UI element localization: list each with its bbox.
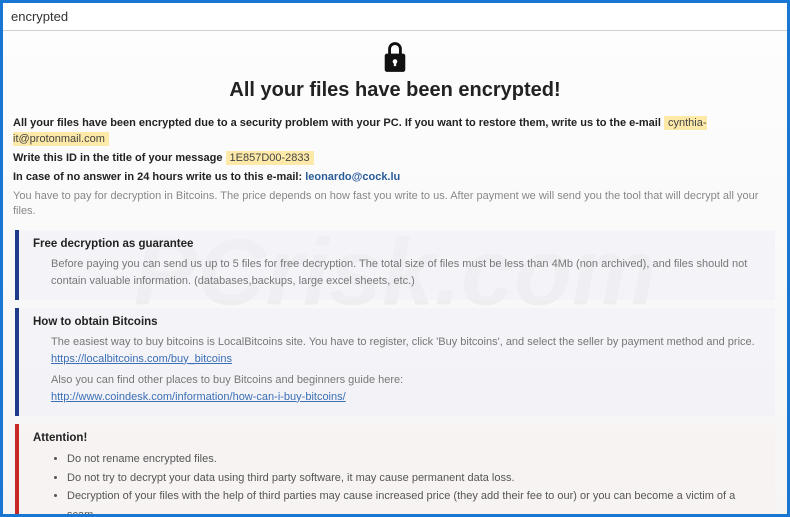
section-bitcoins-body: The easiest way to buy bitcoins is Local…: [33, 334, 763, 406]
attention-item: Decryption of your files with the help o…: [67, 487, 763, 514]
window-frame: encrypted PCrisk.com All your files have…: [0, 0, 790, 517]
bitcoins-text-2: Also you can find other places to buy Bi…: [51, 372, 763, 389]
section-guarantee: Free decryption as guarantee Before payi…: [15, 230, 775, 300]
intro-text-3: In case of no answer in 24 hours write u…: [13, 171, 305, 183]
section-bitcoins: How to obtain Bitcoins The easiest way t…: [15, 308, 775, 416]
attention-item: Do not rename encrypted files.: [67, 450, 763, 469]
victim-id: 1E857D00-2833: [226, 151, 314, 165]
window-title: encrypted: [11, 9, 68, 24]
attention-list: Do not rename encrypted files. Do not tr…: [33, 450, 763, 514]
section-bitcoins-title: How to obtain Bitcoins: [33, 316, 763, 328]
section-guarantee-body: Before paying you can send us up to 5 fi…: [33, 256, 763, 290]
content-area: PCrisk.com All your files have been encr…: [3, 31, 787, 514]
intro-line-3: In case of no answer in 24 hours write u…: [13, 170, 777, 186]
intro-line-1: All your files have been encrypted due t…: [13, 116, 777, 148]
intro-text-1: All your files have been encrypted due t…: [13, 117, 664, 129]
bitcoins-link-2[interactable]: http://www.coindesk.com/information/how-…: [51, 391, 346, 403]
bitcoins-link-1[interactable]: https://localbitcoins.com/buy_bitcoins: [51, 353, 232, 365]
lock-icon: [381, 41, 409, 73]
bitcoins-text-1: The easiest way to buy bitcoins is Local…: [51, 334, 763, 351]
intro-text-2: Write this ID in the title of your messa…: [13, 152, 226, 164]
contact-email-secondary: leonardo@cock.lu: [305, 171, 400, 183]
section-attention-title: Attention!: [33, 432, 763, 444]
intro-line-2: Write this ID in the title of your messa…: [13, 151, 777, 167]
section-attention: Attention! Do not rename encrypted files…: [15, 424, 775, 514]
main-heading: All your files have been encrypted!: [13, 79, 777, 102]
attention-item: Do not try to decrypt your data using th…: [67, 469, 763, 488]
payment-note: You have to pay for decryption in Bitcoi…: [13, 189, 777, 220]
section-guarantee-title: Free decryption as guarantee: [33, 238, 763, 250]
title-bar: encrypted: [3, 3, 787, 31]
